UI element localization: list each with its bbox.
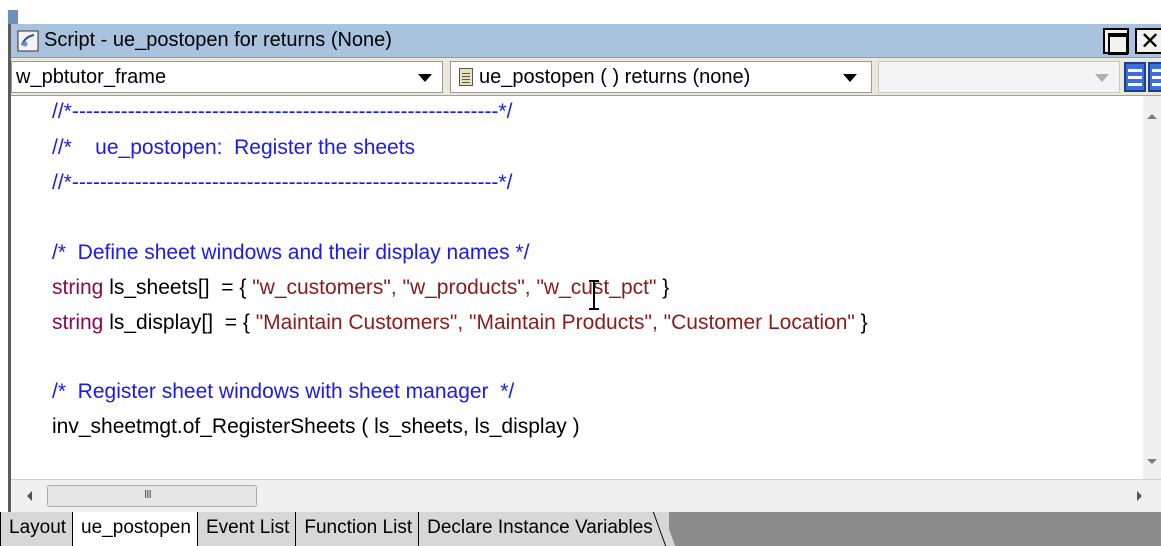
code-line-comment: //*-------------------------------------… bbox=[52, 100, 513, 123]
tab-declare-instance-variables[interactable]: Declare Instance Variables bbox=[418, 512, 659, 546]
code-plain: } bbox=[656, 276, 670, 299]
scroll-down-icon[interactable] bbox=[1147, 459, 1157, 464]
maximize-icon[interactable] bbox=[1103, 28, 1129, 55]
ancestor-dropdown[interactable] bbox=[878, 61, 1120, 93]
chevron-down-icon[interactable] bbox=[418, 74, 432, 82]
code-plain: ls_sheets[] = { bbox=[103, 276, 253, 299]
code-line-comment: //* ue_postopen: Register the sheets bbox=[52, 136, 416, 159]
close-icon[interactable]: ✕ bbox=[1135, 27, 1161, 55]
code-editor[interactable]: //*-------------------------------------… bbox=[11, 96, 1143, 479]
event-dropdown-value: ue_postopen ( ) returns (none) bbox=[479, 66, 751, 88]
text-cursor-icon bbox=[589, 280, 599, 310]
script-icon bbox=[459, 68, 473, 86]
code-line-comment: /* Register sheet windows with sheet man… bbox=[52, 380, 515, 403]
chevron-down-icon[interactable] bbox=[843, 74, 857, 82]
code-line-declaration: string ls_display[] = { "Maintain Custom… bbox=[52, 310, 868, 336]
code-keyword: string bbox=[52, 311, 104, 334]
code-plain: } bbox=[854, 311, 868, 334]
top-strip bbox=[0, 0, 1161, 24]
code-keyword: string bbox=[52, 276, 104, 299]
script-toolbar: w_pbtutor_frame ue_postopen ( ) returns … bbox=[11, 58, 1161, 96]
vertical-scrollbar[interactable] bbox=[1143, 96, 1161, 479]
scroll-left-icon[interactable] bbox=[27, 491, 32, 501]
layout-icon[interactable] bbox=[1148, 62, 1161, 92]
window-edge bbox=[8, 10, 18, 24]
painter-tabs: Layout ue_postopen Event List Function L… bbox=[0, 512, 1161, 546]
event-dropdown[interactable]: ue_postopen ( ) returns (none) bbox=[450, 61, 872, 93]
scroll-right-icon[interactable] bbox=[1137, 491, 1142, 501]
tab-strip: Layout ue_postopen Event List Function L… bbox=[0, 512, 675, 546]
chevron-down-icon[interactable] bbox=[1095, 74, 1109, 82]
code-plain: ls_display[] = { bbox=[103, 311, 256, 334]
tab-ue-postopen[interactable]: ue_postopen bbox=[72, 512, 197, 546]
horizontal-scrollbar[interactable] bbox=[11, 479, 1161, 512]
code-string: "Maintain Customers", "Maintain Products… bbox=[255, 311, 855, 334]
code-line-comment: //*-------------------------------------… bbox=[52, 171, 513, 194]
object-dropdown-value: w_pbtutor_frame bbox=[16, 66, 167, 88]
tab-function-list[interactable]: Function List bbox=[295, 512, 419, 546]
object-dropdown[interactable]: w_pbtutor_frame bbox=[11, 61, 443, 93]
scroll-thumb[interactable] bbox=[47, 485, 257, 507]
tab-layout[interactable]: Layout bbox=[0, 512, 73, 546]
close-glyph: ✕ bbox=[1140, 27, 1161, 55]
code-line-comment: /* Define sheet windows and their displa… bbox=[52, 241, 530, 264]
tab-event-list[interactable]: Event List bbox=[196, 512, 296, 546]
layout-icon[interactable] bbox=[1124, 62, 1146, 92]
title-bar[interactable]: Script - ue_postopen for returns (None) … bbox=[11, 24, 1161, 58]
code-line-declaration: string ls_sheets[] = { "w_customers", "w… bbox=[52, 275, 669, 301]
scroll-up-icon[interactable] bbox=[1147, 114, 1157, 119]
script-icon bbox=[17, 30, 39, 52]
code-line-statement: inv_sheetmgt.of_RegisterSheets ( ls_shee… bbox=[52, 415, 580, 438]
window-title: Script - ue_postopen for returns (None) bbox=[44, 29, 392, 51]
